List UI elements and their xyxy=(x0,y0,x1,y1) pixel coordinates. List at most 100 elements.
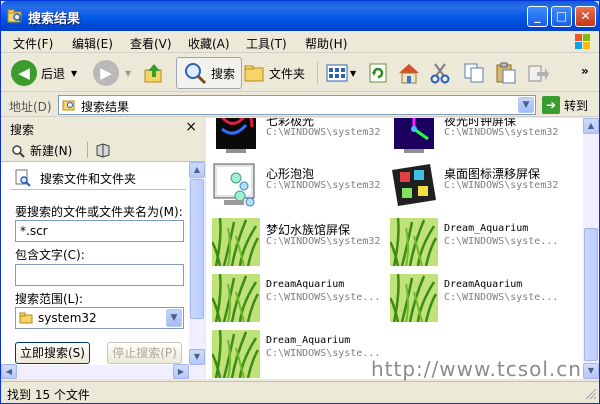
result-tile[interactable]: 七彩极光 C:\WINDOWS\system32 xyxy=(212,118,390,165)
scope-label: 搜索范围(L): xyxy=(15,292,84,306)
result-path: C:\WINDOWS\system32 xyxy=(444,127,559,138)
search-pane-title: 搜索 xyxy=(10,123,35,137)
new-search-icon xyxy=(12,144,25,158)
menu-file[interactable]: 文件(F) xyxy=(13,35,53,52)
paste-button[interactable] xyxy=(495,57,517,89)
refresh-icon xyxy=(369,63,387,83)
toolbar-separator xyxy=(317,62,318,84)
address-input[interactable]: 搜索结果 ▼ xyxy=(58,95,536,115)
result-tile[interactable]: 梦幻水族馆屏保 C:\WINDOWS\system32 xyxy=(212,218,390,274)
result-tile[interactable]: 桌面图标漂移屏保 C:\WINDOWS\system32 xyxy=(390,162,568,218)
close-pane-icon[interactable]: × xyxy=(185,119,197,135)
clock-thumb-icon xyxy=(394,118,434,153)
explorer-window: 搜索结果 _ □ ✕ 文件(F) 编辑(E) 查看(V) 收藏(A) 工具(T)… xyxy=(0,0,600,404)
result-path: C:\WINDOWS\syste... xyxy=(444,236,559,247)
result-name: DreamAquarium xyxy=(444,279,523,290)
move-to-icon xyxy=(528,65,549,82)
address-dropdown-icon[interactable]: ▼ xyxy=(518,97,534,113)
search-now-button[interactable]: 立即搜索(S) xyxy=(15,342,90,364)
result-name: Dream_Aquarium xyxy=(266,335,351,346)
result-tile[interactable]: DreamAquarium C:\WINDOWS\syste... xyxy=(212,274,390,330)
scroll-up-icon[interactable]: ▲ xyxy=(583,118,599,134)
filename-label: 要搜索的文件或文件夹名为(M): xyxy=(15,205,183,219)
title-bar[interactable]: 搜索结果 _ □ ✕ xyxy=(1,1,599,31)
window-title: 搜索结果 xyxy=(28,12,81,27)
result-tile[interactable]: 夜光时钟屏保 C:\WINDOWS\system32 xyxy=(390,118,568,165)
scope-value: system32 xyxy=(38,311,97,325)
back-button[interactable]: ◀ 后退 ▼ xyxy=(11,57,77,89)
result-path: C:\WINDOWS\system32 xyxy=(266,236,381,247)
result-tile[interactable]: Dream_Aquarium C:\WINDOWS\syste... xyxy=(390,218,568,274)
result-tile[interactable]: DreamAquarium C:\WINDOWS\syste... xyxy=(390,274,568,330)
scroll-right-icon[interactable]: ▶ xyxy=(173,364,189,379)
pane-toolbar-separator xyxy=(87,142,88,158)
folders-button[interactable]: 文件夹 xyxy=(243,57,305,89)
result-path: C:\WINDOWS\syste... xyxy=(266,292,381,303)
go-button[interactable]: ➔ 转到 xyxy=(542,96,588,114)
close-button[interactable]: ✕ xyxy=(575,6,596,27)
move-to-button[interactable] xyxy=(527,57,549,89)
views-dropdown-icon[interactable]: ▼ xyxy=(350,69,356,78)
back-dropdown-icon[interactable]: ▼ xyxy=(71,69,77,78)
grass-thumb-icon xyxy=(390,218,438,266)
back-arrow-icon: ◀ xyxy=(11,60,37,86)
search-pane-hscrollbar[interactable]: ◀ ▶ xyxy=(1,364,205,379)
minimize-button[interactable]: _ xyxy=(527,6,548,27)
toolbar: ◀ 后退 ▼ ▶ ▼ 搜索 文件夹 ▼ » xyxy=(1,54,599,92)
result-path: C:\WINDOWS\system32 xyxy=(266,180,381,191)
scroll-down-icon[interactable]: ▼ xyxy=(583,363,599,379)
views-button[interactable]: ▼ xyxy=(326,57,356,89)
refresh-button[interactable] xyxy=(367,57,389,89)
copy-button[interactable] xyxy=(463,57,485,89)
search-form: 搜索文件和文件夹 要搜索的文件或文件夹名为(M): *.scr 包含文字(C):… xyxy=(1,162,189,365)
scope-dropdown-icon[interactable]: ▼ xyxy=(166,309,182,327)
new-search-label: 新建(N) xyxy=(30,144,73,158)
cut-button[interactable] xyxy=(429,57,451,89)
menu-tools[interactable]: 工具(T) xyxy=(246,35,287,52)
bubbles-thumb-icon xyxy=(213,163,255,207)
menu-favorites[interactable]: 收藏(A) xyxy=(188,35,230,52)
filename-input[interactable]: *.scr xyxy=(15,220,184,242)
stop-search-button[interactable]: 停止搜索(P) xyxy=(107,342,182,364)
search-pane-toolbar: 新建(N) xyxy=(1,138,205,162)
search-label: 搜索 xyxy=(211,66,236,81)
result-name: DreamAquarium xyxy=(266,279,345,290)
results-scrollbar[interactable]: ▲ ▼ xyxy=(583,118,599,379)
result-path: C:\WINDOWS\syste... xyxy=(266,348,381,359)
paste-icon xyxy=(496,62,516,84)
results-view: 七彩极光 C:\WINDOWS\system32 夜光时钟屏保 C:\WINDO… xyxy=(206,118,583,379)
forward-button[interactable]: ▶ ▼ xyxy=(93,57,131,89)
search-doc-icon xyxy=(15,169,31,187)
search-pane: 搜索 × 新建(N) 搜索文件和文件夹 要搜索的文件或文件夹名为(M): *.s… xyxy=(1,118,205,379)
forward-arrow-icon: ▶ xyxy=(93,60,119,86)
search-results-icon xyxy=(62,100,75,111)
scroll-up-icon[interactable]: ▲ xyxy=(189,162,205,178)
book-icon[interactable] xyxy=(95,142,111,158)
folder-icon xyxy=(244,65,264,82)
result-tile[interactable]: Dream_Aquarium C:\WINDOWS\syste... xyxy=(212,330,390,379)
scroll-thumb[interactable] xyxy=(190,179,204,319)
result-name: Dream_Aquarium xyxy=(444,223,529,234)
search-pane-scrollbar[interactable]: ▲ ▼ xyxy=(189,162,205,365)
folder-icon xyxy=(19,312,33,324)
scissors-icon xyxy=(430,63,450,84)
menu-edit[interactable]: 编辑(E) xyxy=(72,35,113,52)
contains-text-input[interactable] xyxy=(15,264,184,286)
scroll-down-icon[interactable]: ▼ xyxy=(189,349,205,365)
toolbar-overflow-icon[interactable]: » xyxy=(581,64,589,78)
menu-help[interactable]: 帮助(H) xyxy=(305,35,347,52)
home-button[interactable] xyxy=(397,57,421,89)
result-tile[interactable]: 心形泡泡 C:\WINDOWS\system32 xyxy=(212,162,390,218)
forward-dropdown-icon[interactable]: ▼ xyxy=(125,69,131,78)
up-folder-button[interactable] xyxy=(143,57,165,89)
resize-grip-icon[interactable] xyxy=(583,386,597,400)
menu-view[interactable]: 查看(V) xyxy=(130,35,172,52)
folders-label: 文件夹 xyxy=(269,66,306,81)
scroll-left-icon[interactable]: ◀ xyxy=(1,364,17,379)
maximize-button[interactable]: □ xyxy=(551,6,572,27)
scroll-thumb[interactable] xyxy=(584,228,598,361)
search-button[interactable]: 搜索 xyxy=(176,57,243,89)
new-search-button[interactable]: 新建(N) xyxy=(11,142,72,159)
search-folder-icon xyxy=(7,9,23,23)
scope-select[interactable]: system32 ▼ xyxy=(15,307,184,329)
